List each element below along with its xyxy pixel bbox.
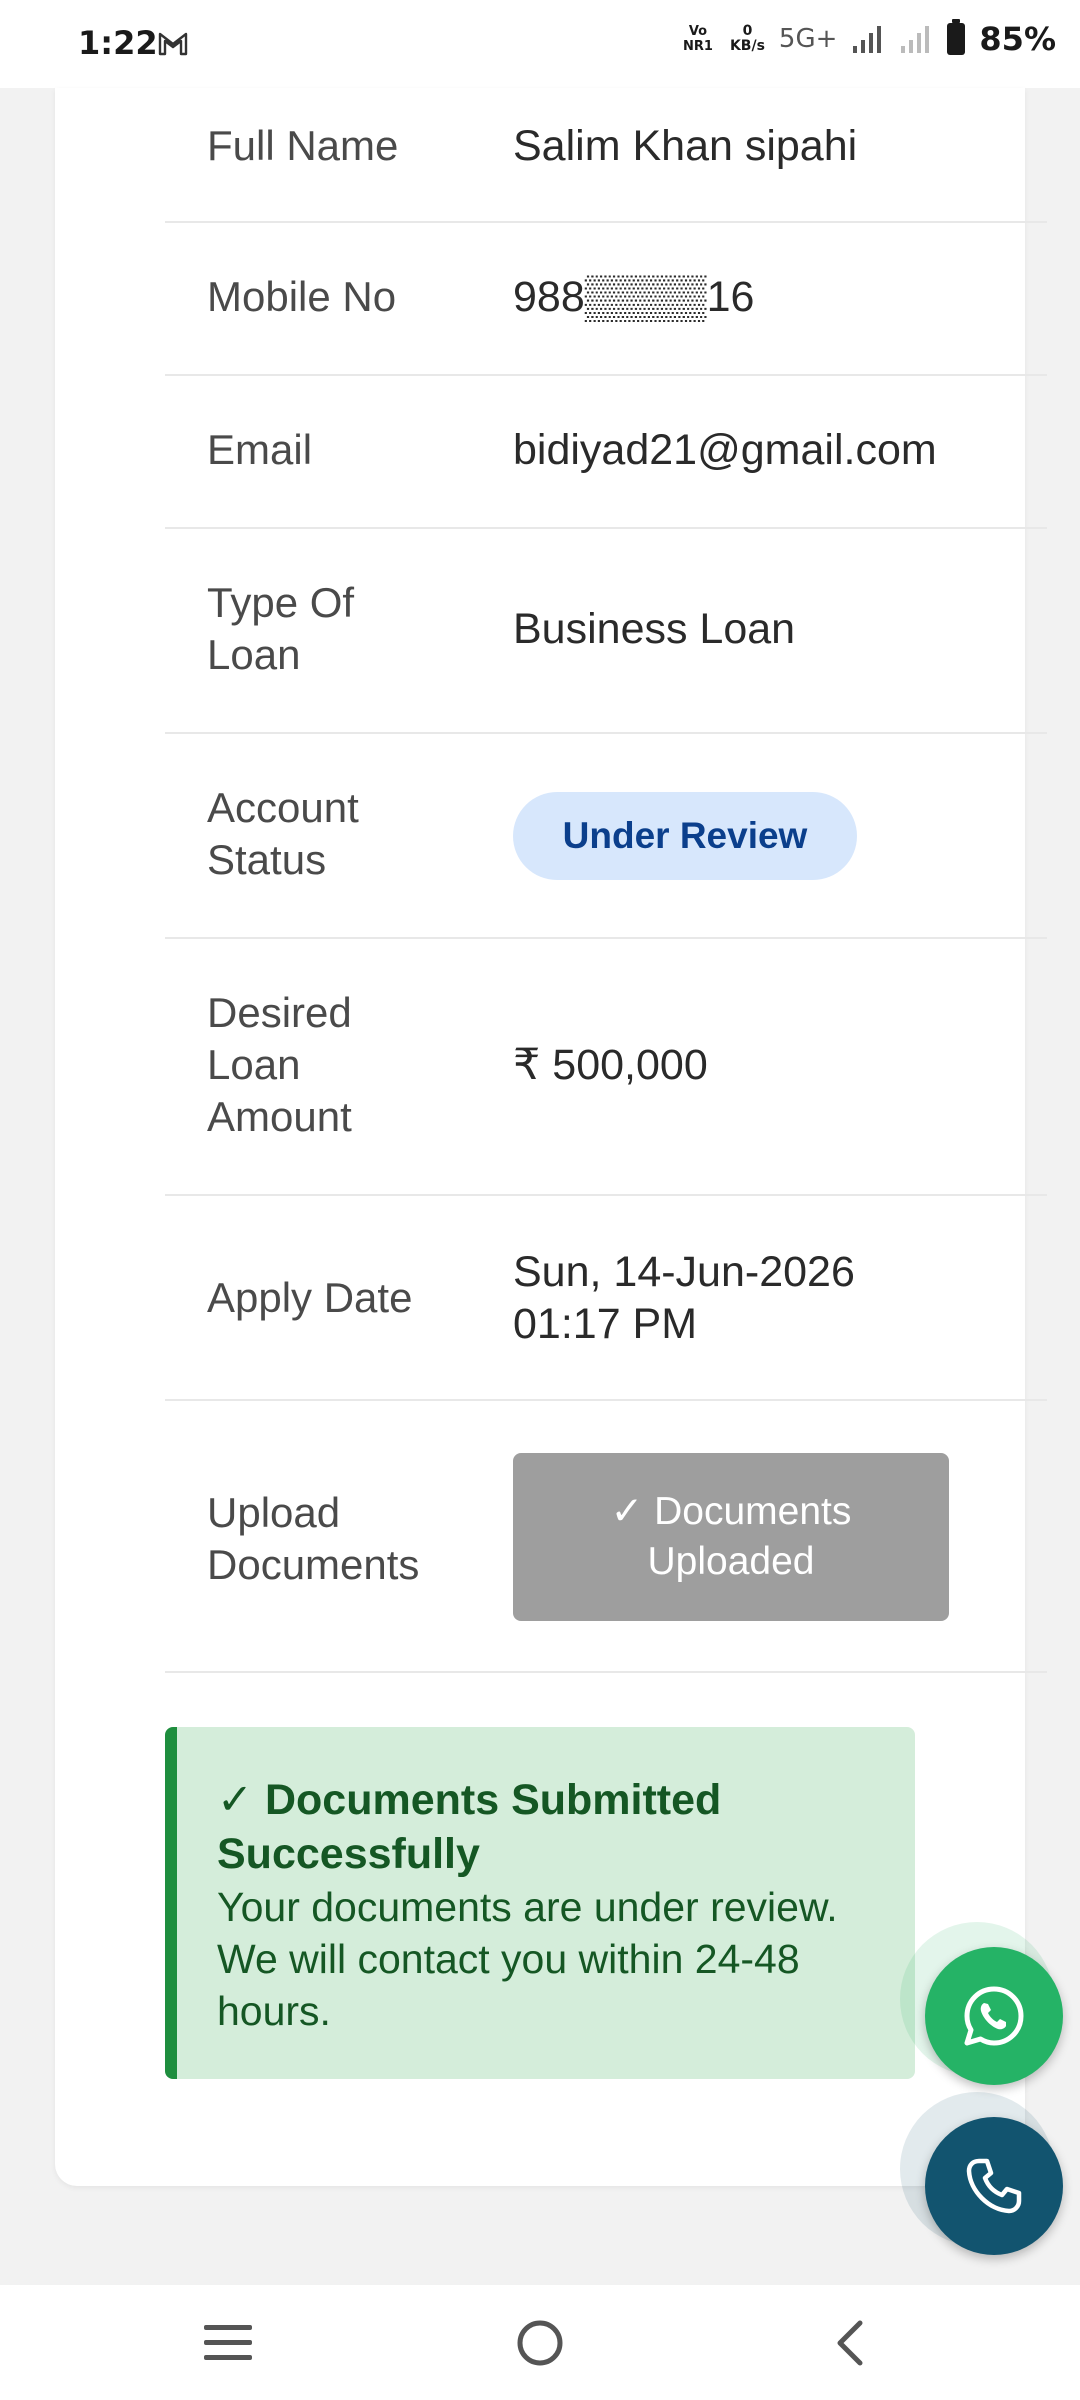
whatsapp-icon xyxy=(964,1986,1024,2046)
documents-uploaded-button[interactable]: ✓ Documents Uploaded xyxy=(513,1453,949,1621)
status-time: 1:22 xyxy=(78,24,158,62)
status-badge: Under Review xyxy=(513,792,857,880)
gmail-icon xyxy=(158,32,188,56)
label-upload-documents: Upload Documents xyxy=(207,1489,420,1588)
nav-home-button[interactable] xyxy=(440,2285,640,2400)
row-loan-type: Type Of Loan Business Loan xyxy=(165,529,1047,734)
nav-back-button[interactable] xyxy=(750,2285,950,2400)
row-mobile: Mobile No 988▒▒▒▒16 xyxy=(165,223,1047,376)
signal-icon xyxy=(853,26,882,53)
row-upload-documents: Upload Documents ✓ Documents Uploaded xyxy=(165,1401,1047,1673)
label-apply-date: Apply Date xyxy=(207,1274,413,1321)
phone-icon xyxy=(966,2158,1022,2214)
value-loan-amount: ₹ 500,000 xyxy=(513,1041,708,1089)
alert-message: Your documents are under review. We will… xyxy=(217,1884,838,2034)
label-full-name: Full Name xyxy=(207,122,399,169)
status-icons: Vo NR1 0 KB/s 5G+ 85% xyxy=(680,19,1056,58)
label-loan-type: Type Of Loan xyxy=(207,579,355,678)
menu-icon xyxy=(204,2324,252,2360)
row-email: Email bidiyad21@gmail.com xyxy=(165,376,1047,529)
system-nav-bar xyxy=(0,2285,1080,2400)
value-apply-date: Sun, 14-Jun-2026 01:17 PM xyxy=(513,1248,855,1348)
volte-indicator: Vo NR1 xyxy=(682,24,713,54)
row-loan-amount: Desired Loan Amount ₹ 500,000 xyxy=(165,939,1047,1196)
data-rate: 0 KB/s xyxy=(729,23,765,54)
signal-icon-sim2 xyxy=(901,26,930,53)
label-loan-amount: Desired Loan Amount xyxy=(207,989,352,1140)
call-button[interactable] xyxy=(925,2117,1063,2255)
battery-icon xyxy=(947,19,966,55)
label-account-status: Account Status xyxy=(207,784,359,883)
nav-menu-button[interactable] xyxy=(128,2285,328,2400)
row-account-status: Account Status Under Review xyxy=(165,734,1047,939)
label-email: Email xyxy=(207,426,313,473)
back-icon xyxy=(837,2320,863,2365)
value-loan-type: Business Loan xyxy=(513,605,796,653)
label-mobile: Mobile No xyxy=(207,273,397,320)
value-email: bidiyad21@gmail.com xyxy=(513,426,937,474)
whatsapp-button[interactable] xyxy=(925,1947,1063,2085)
success-alert: ✓ Documents Submitted Successfully Your … xyxy=(165,1727,915,2079)
home-icon xyxy=(517,2320,563,2365)
value-mobile: 988▒▒▒▒16 xyxy=(513,273,755,321)
row-full-name: Full Name Salim Khan sipahi xyxy=(165,88,1047,223)
row-apply-date: Apply Date Sun, 14-Jun-2026 01:17 PM xyxy=(165,1196,1047,1401)
alert-title: ✓ Documents Submitted Successfully xyxy=(217,1776,722,1878)
network-type: 5G+ xyxy=(778,24,838,54)
status-bar: 1:22 Vo NR1 0 KB/s 5G+ 85% xyxy=(0,0,1080,88)
battery-percent: 85% xyxy=(979,20,1056,58)
value-full-name: Salim Khan sipahi xyxy=(513,122,858,170)
